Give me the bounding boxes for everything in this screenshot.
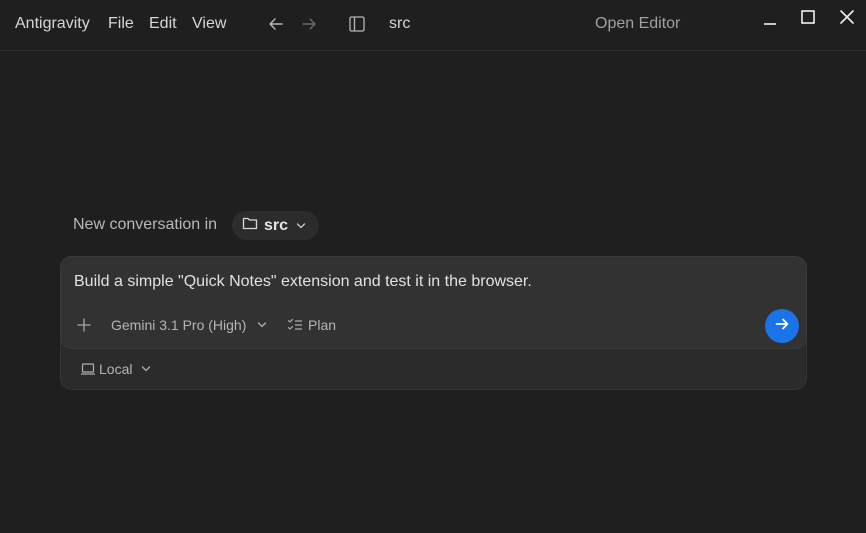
file-menu[interactable]: File (108, 14, 134, 34)
plan-checklist-icon[interactable] (287, 317, 303, 333)
folder-icon (242, 216, 258, 235)
model-chevron-down-icon[interactable] (256, 319, 268, 331)
environment-selector[interactable]: Local (99, 360, 132, 378)
window-title-folder: src (389, 15, 411, 32)
close-icon[interactable] (836, 6, 858, 28)
environment-chevron-down-icon[interactable] (140, 363, 152, 375)
sidebar-toggle-icon[interactable] (346, 13, 368, 35)
title-bar: Antigravity File Edit View src Open Edit… (0, 0, 866, 51)
folder-chip-label: src (264, 216, 289, 234)
forward-arrow-icon[interactable] (298, 13, 320, 35)
prompt-box[interactable] (60, 256, 807, 349)
send-button[interactable] (765, 309, 799, 343)
app-menu[interactable]: Antigravity (15, 14, 90, 34)
view-menu[interactable]: View (192, 14, 226, 34)
back-arrow-icon[interactable] (265, 13, 287, 35)
model-selector[interactable]: Gemini 3.1 Pro (High) (111, 316, 246, 334)
plan-mode-button[interactable]: Plan (308, 316, 336, 334)
add-context-icon[interactable] (75, 316, 93, 334)
minimize-icon[interactable] (759, 8, 781, 30)
chevron-down-icon (296, 217, 306, 235)
arrow-right-icon (774, 316, 790, 337)
prompt-input[interactable]: Build a simple "Quick Notes" extension a… (74, 272, 532, 292)
maximize-icon[interactable] (797, 6, 819, 28)
new-conversation-heading: New conversation in (73, 216, 218, 233)
open-editor-button[interactable]: Open Editor (595, 14, 680, 34)
folder-selector-chip[interactable]: src (232, 211, 319, 240)
edit-menu[interactable]: Edit (149, 14, 177, 34)
laptop-icon[interactable] (80, 361, 96, 377)
